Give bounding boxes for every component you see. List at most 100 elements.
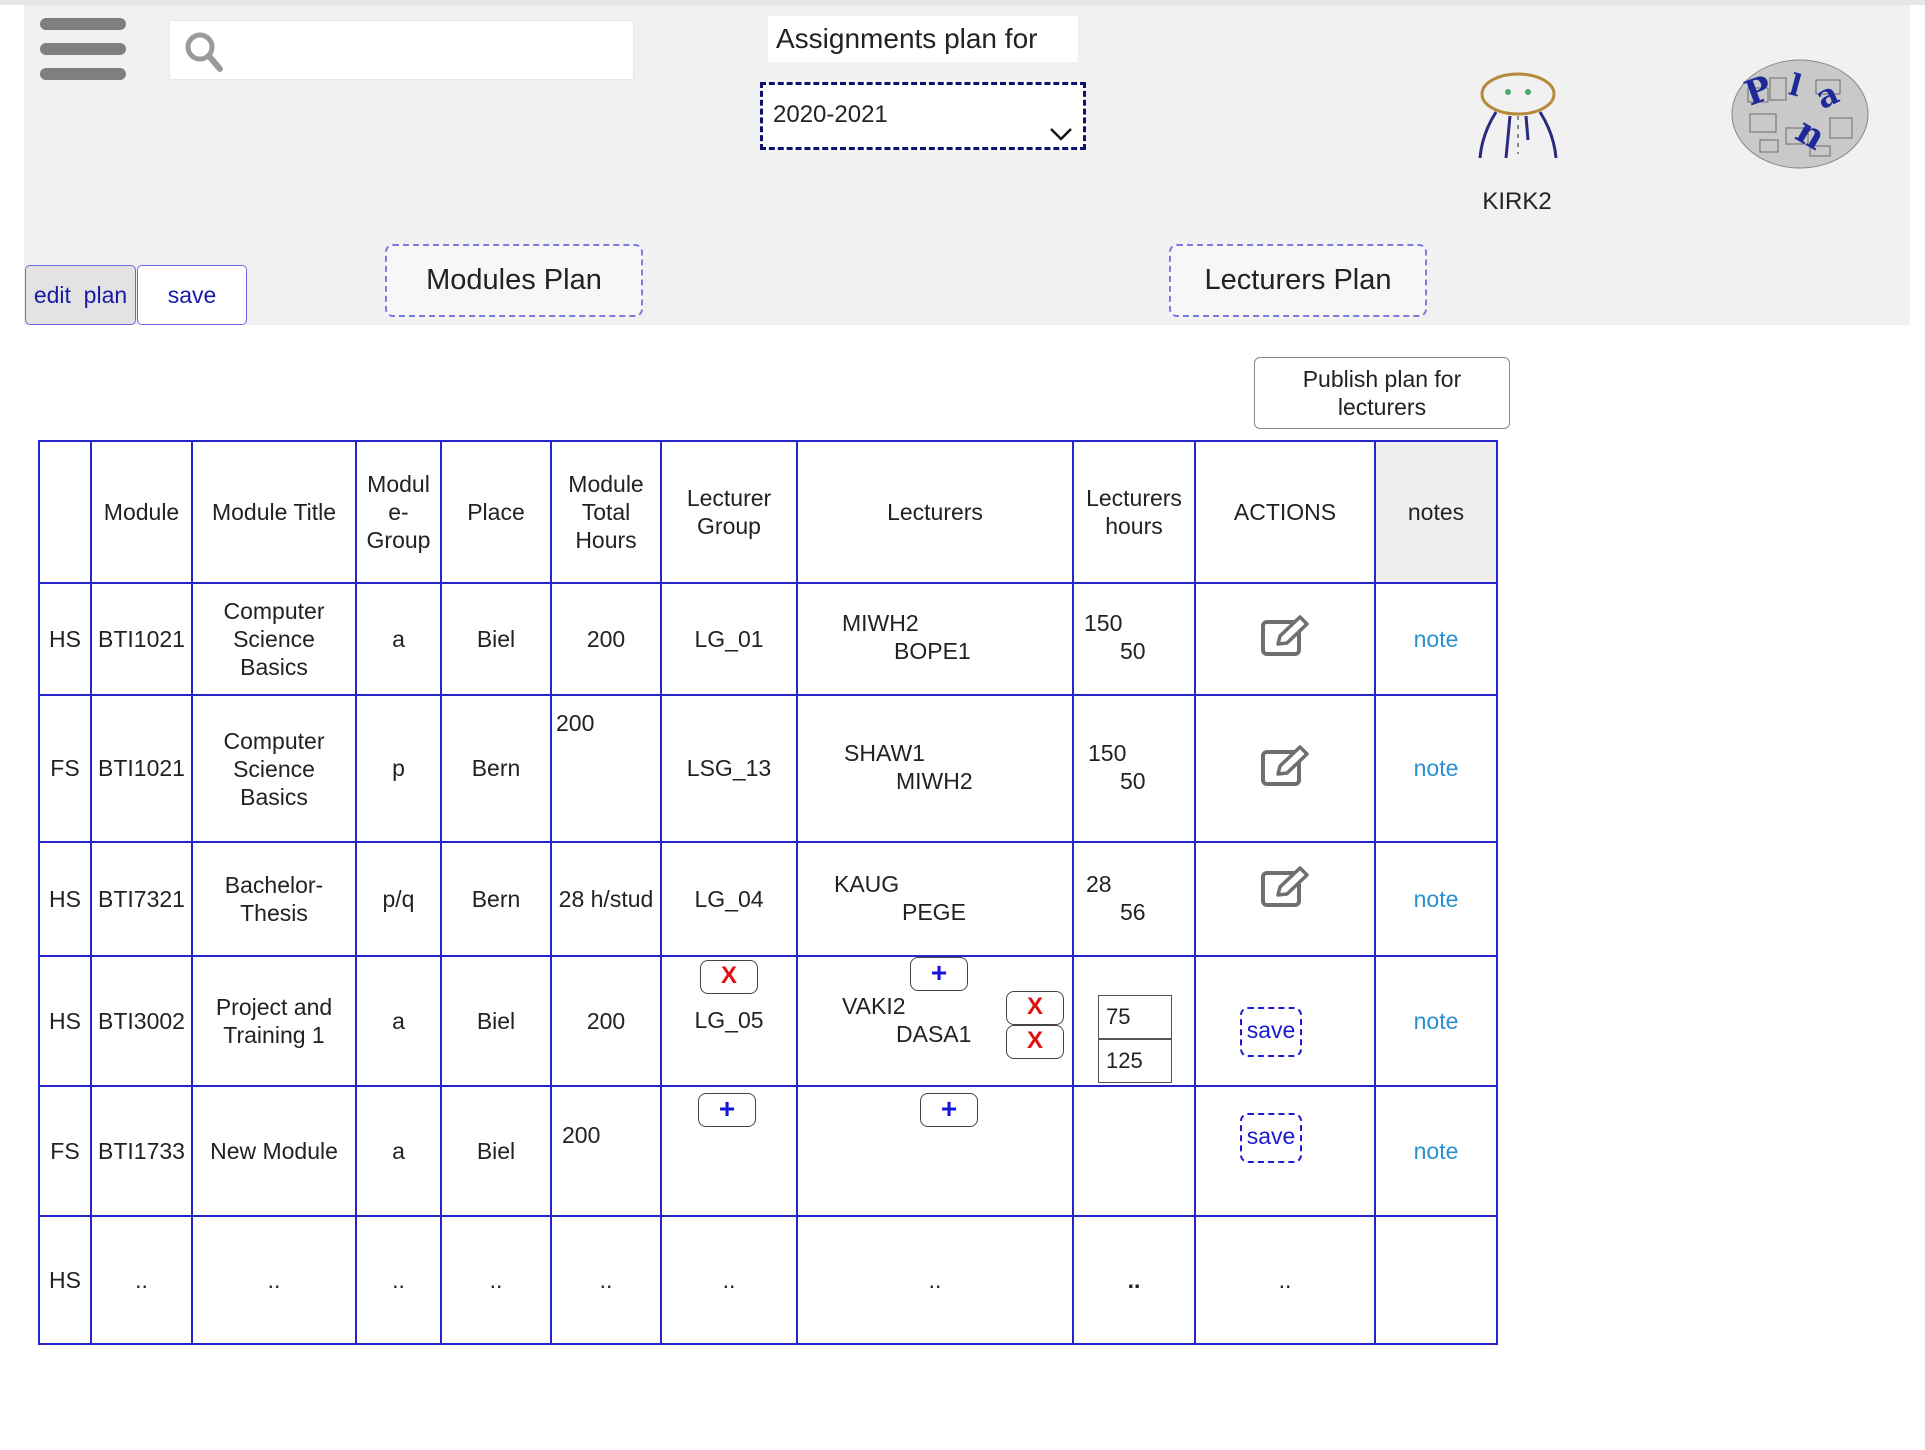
add-lecturer-button[interactable]: + xyxy=(920,1093,978,1127)
module-title-cell: Project and Training 1 xyxy=(191,955,357,1087)
lecturer-hours-value: 50 xyxy=(1120,638,1146,664)
total-hours-cell: 28 h/stud xyxy=(550,841,662,957)
header-lecturer-group: Lecturer Group xyxy=(660,440,798,584)
edit-icon[interactable] xyxy=(1260,865,1310,915)
header-module-title: Module Title xyxy=(191,440,357,584)
table-row: HS BTI7321 Bachelor- Thesis p/q Bern 28 … xyxy=(38,841,1498,957)
actions-cell xyxy=(1194,582,1376,696)
remove-lecturer-button[interactable]: X xyxy=(1006,1025,1064,1059)
lecturers-plan-button[interactable]: Lecturers Plan xyxy=(1169,244,1427,317)
module-cell: .. xyxy=(90,1215,193,1345)
module-title-l2: Science xyxy=(233,755,315,782)
remove-lecturer-button[interactable]: X xyxy=(1006,991,1064,1025)
lecturers-cell: MIWH2 BOPE1 xyxy=(796,582,1074,696)
remove-lecturer-group-button[interactable]: X xyxy=(700,960,758,994)
header-module: Module xyxy=(90,440,193,584)
note-link[interactable]: note xyxy=(1414,886,1459,912)
module-title-cell: .. xyxy=(191,1215,357,1345)
lecturer-name: MIWH2 xyxy=(842,610,919,636)
save-button[interactable]: save xyxy=(137,265,247,325)
module-group-cell: p xyxy=(355,694,442,843)
table-header-row: Module Module Title Modul e- Group Place… xyxy=(38,440,1498,584)
lecturers-cell: + xyxy=(796,1085,1074,1217)
module-title-l2: Thesis xyxy=(240,900,308,926)
lecturer-hours-input[interactable]: 125 xyxy=(1098,1039,1172,1083)
year-selected-value: 2020-2021 xyxy=(773,101,888,128)
notes-cell: note xyxy=(1374,841,1498,957)
notes-cell: note xyxy=(1374,955,1498,1087)
table-row-new: FS BTI1733 New Module a Biel 200 + + sav… xyxy=(38,1085,1498,1217)
edit-plan-button[interactable]: edit plan xyxy=(25,265,136,325)
lecturers-hours-cell: 75 125 xyxy=(1072,955,1196,1087)
note-link[interactable]: note xyxy=(1414,1138,1459,1164)
search-input[interactable] xyxy=(240,29,624,71)
lecturer-group-cell: LG_04 xyxy=(660,841,798,957)
lecturer-group-value: LG_05 xyxy=(694,1007,764,1033)
lecturer-name: VAKI2 xyxy=(842,993,906,1019)
header-module-group-l3: Group xyxy=(366,527,431,553)
add-lecturer-button[interactable]: + xyxy=(910,957,968,991)
lecturer-name: SHAW1 xyxy=(844,740,925,766)
lecturer-hours-value: 28 xyxy=(1086,871,1112,897)
module-title-l1: Computer xyxy=(223,598,325,624)
semester-cell: HS xyxy=(38,841,92,957)
lecturer-name: PEGE xyxy=(902,899,966,925)
module-cell: BTI7321 xyxy=(90,841,193,957)
table-row-editing: HS BTI3002 Project and Training 1 a Biel… xyxy=(38,955,1498,1087)
module-cell: BTI1021 xyxy=(90,582,193,696)
lecturer-group-cell: .. xyxy=(660,1215,798,1345)
row-save-button[interactable]: save xyxy=(1240,1113,1302,1163)
semester-cell: HS xyxy=(38,582,92,696)
edit-icon[interactable] xyxy=(1260,614,1310,664)
total-hours-cell: 200 xyxy=(550,694,662,843)
header-lecturers-hours-l2: hours xyxy=(1105,513,1163,539)
year-select[interactable]: 2020-2021 xyxy=(760,82,1086,150)
header-place: Place xyxy=(440,440,552,584)
place-cell: Biel xyxy=(440,955,552,1087)
actions-cell xyxy=(1194,841,1376,957)
lecturer-hours-value: 150 xyxy=(1088,740,1127,766)
hamburger-menu-icon[interactable] xyxy=(40,18,126,82)
table-row: HS BTI1021 Computer Science Basics a Bie… xyxy=(38,582,1498,696)
lecturer-hours-value: 56 xyxy=(1120,899,1146,925)
total-hours-cell: 200 xyxy=(550,955,662,1087)
add-lecturer-group-button[interactable]: + xyxy=(698,1093,756,1127)
header-lecturer-group-l2: Group xyxy=(697,513,761,539)
lecturers-hours-cell xyxy=(1072,1085,1196,1217)
place-cell: Bern xyxy=(440,694,552,843)
lecturers-cell: .. xyxy=(796,1215,1074,1345)
user-avatar-icon[interactable] xyxy=(1470,70,1566,170)
search-box[interactable] xyxy=(169,20,634,80)
lecturer-name: KAUG xyxy=(834,871,900,897)
lecturers-hours-cell: 150 50 xyxy=(1072,582,1196,696)
lecturer-group-cell: LSG_13 xyxy=(660,694,798,843)
actions-cell: save xyxy=(1194,1085,1376,1217)
semester-cell: HS xyxy=(38,1215,92,1345)
semester-cell: HS xyxy=(38,955,92,1087)
total-hours-cell: 200 xyxy=(550,1085,662,1217)
header-lecturers-hours: Lecturers hours xyxy=(1072,440,1196,584)
semester-cell: FS xyxy=(38,1085,92,1217)
lecturers-hours-cell: 150 50 xyxy=(1072,694,1196,843)
module-title-cell: Computer Science Basics xyxy=(191,694,357,843)
module-group-cell: .. xyxy=(355,1215,442,1345)
total-hours-value: 200 xyxy=(562,1122,601,1148)
header-total-hours: Module Total Hours xyxy=(550,440,662,584)
publish-plan-button[interactable]: Publish plan for lecturers xyxy=(1254,357,1510,429)
header-module-group-l1: Modul xyxy=(367,471,430,497)
note-link[interactable]: note xyxy=(1414,1008,1459,1034)
header-actions: ACTIONS xyxy=(1194,440,1376,584)
publish-label-line1: Publish plan for xyxy=(1302,366,1462,392)
place-cell: Bern xyxy=(440,841,552,957)
lecturer-group-cell: X LG_05 xyxy=(660,955,798,1087)
note-link[interactable]: note xyxy=(1414,755,1459,781)
modules-plan-button[interactable]: Modules Plan xyxy=(385,244,643,317)
module-title-l3: Basics xyxy=(240,783,308,810)
lecturer-hours-input[interactable]: 75 xyxy=(1098,995,1172,1039)
edit-icon[interactable] xyxy=(1260,744,1310,794)
module-cell: BTI3002 xyxy=(90,955,193,1087)
header-lecturers-hours-l1: Lecturers xyxy=(1086,485,1182,511)
semester-cell: FS xyxy=(38,694,92,843)
row-save-button[interactable]: save xyxy=(1240,1007,1302,1057)
note-link[interactable]: note xyxy=(1414,626,1459,652)
